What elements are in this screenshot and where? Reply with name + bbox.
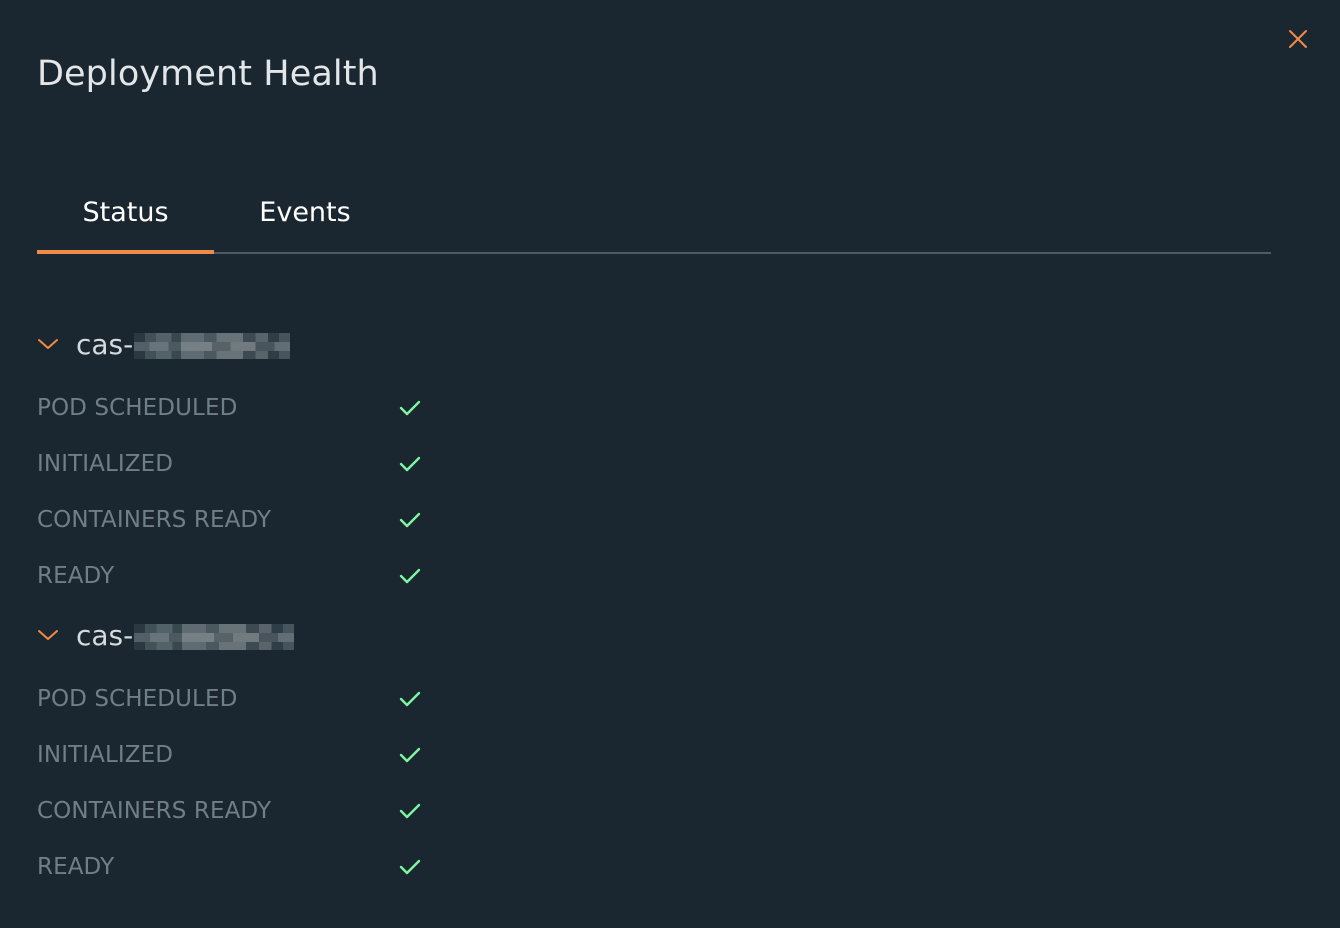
tab-track bbox=[37, 252, 1271, 254]
condition-label: INITIALIZED bbox=[37, 451, 174, 477]
pod-name-prefix: cas- bbox=[76, 327, 134, 361]
condition-label: INITIALIZED bbox=[37, 742, 174, 768]
check-icon bbox=[399, 858, 423, 876]
check-icon bbox=[399, 746, 423, 764]
condition-row: INITIALIZED bbox=[37, 727, 637, 783]
check-icon bbox=[399, 567, 423, 585]
pod-group: cas- POD SCHEDULED INITIALIZED CONTAINER… bbox=[37, 613, 637, 895]
condition-row: READY bbox=[37, 548, 637, 604]
close-button[interactable] bbox=[1284, 25, 1312, 53]
chevron-down-icon bbox=[37, 337, 59, 351]
condition-list: POD SCHEDULED INITIALIZED CONTAINERS REA… bbox=[37, 380, 637, 604]
condition-row: CONTAINERS READY bbox=[37, 492, 637, 548]
condition-row: POD SCHEDULED bbox=[37, 380, 637, 436]
pod-header-toggle[interactable]: cas- bbox=[37, 613, 637, 657]
condition-row: CONTAINERS READY bbox=[37, 783, 637, 839]
tab-status-label: Status bbox=[82, 197, 169, 228]
tab-status[interactable]: Status bbox=[37, 190, 214, 250]
condition-label: CONTAINERS READY bbox=[37, 507, 272, 533]
check-icon bbox=[399, 455, 423, 473]
redacted-pod-name bbox=[134, 333, 291, 359]
chevron-down-icon bbox=[37, 628, 59, 642]
condition-label: POD SCHEDULED bbox=[37, 686, 238, 712]
condition-label: POD SCHEDULED bbox=[37, 395, 238, 421]
condition-label: READY bbox=[37, 854, 115, 880]
condition-label: CONTAINERS READY bbox=[37, 798, 272, 824]
redacted-pod-name bbox=[134, 624, 295, 650]
tab-bar: Status Events bbox=[37, 190, 1271, 254]
deployment-health-dialog: Deployment Health Status Events cas- POD… bbox=[0, 0, 1340, 928]
check-icon bbox=[399, 511, 423, 529]
pod-group: cas- POD SCHEDULED INITIALIZED CONTAINER… bbox=[37, 322, 637, 604]
check-icon bbox=[399, 802, 423, 820]
condition-label: READY bbox=[37, 563, 115, 589]
close-icon bbox=[1289, 30, 1307, 48]
check-icon bbox=[399, 399, 423, 417]
pod-name: cas- bbox=[76, 327, 291, 361]
active-tab-indicator bbox=[37, 250, 214, 254]
condition-list: POD SCHEDULED INITIALIZED CONTAINERS REA… bbox=[37, 671, 637, 895]
pod-name-prefix: cas- bbox=[76, 618, 134, 652]
dialog-title: Deployment Health bbox=[37, 54, 379, 94]
check-icon bbox=[399, 690, 423, 708]
condition-row: POD SCHEDULED bbox=[37, 671, 637, 727]
condition-row: INITIALIZED bbox=[37, 436, 637, 492]
pod-name: cas- bbox=[76, 618, 295, 652]
tab-events-label: Events bbox=[259, 197, 351, 228]
pod-header-toggle[interactable]: cas- bbox=[37, 322, 637, 366]
tab-events[interactable]: Events bbox=[214, 190, 396, 250]
condition-row: READY bbox=[37, 839, 637, 895]
